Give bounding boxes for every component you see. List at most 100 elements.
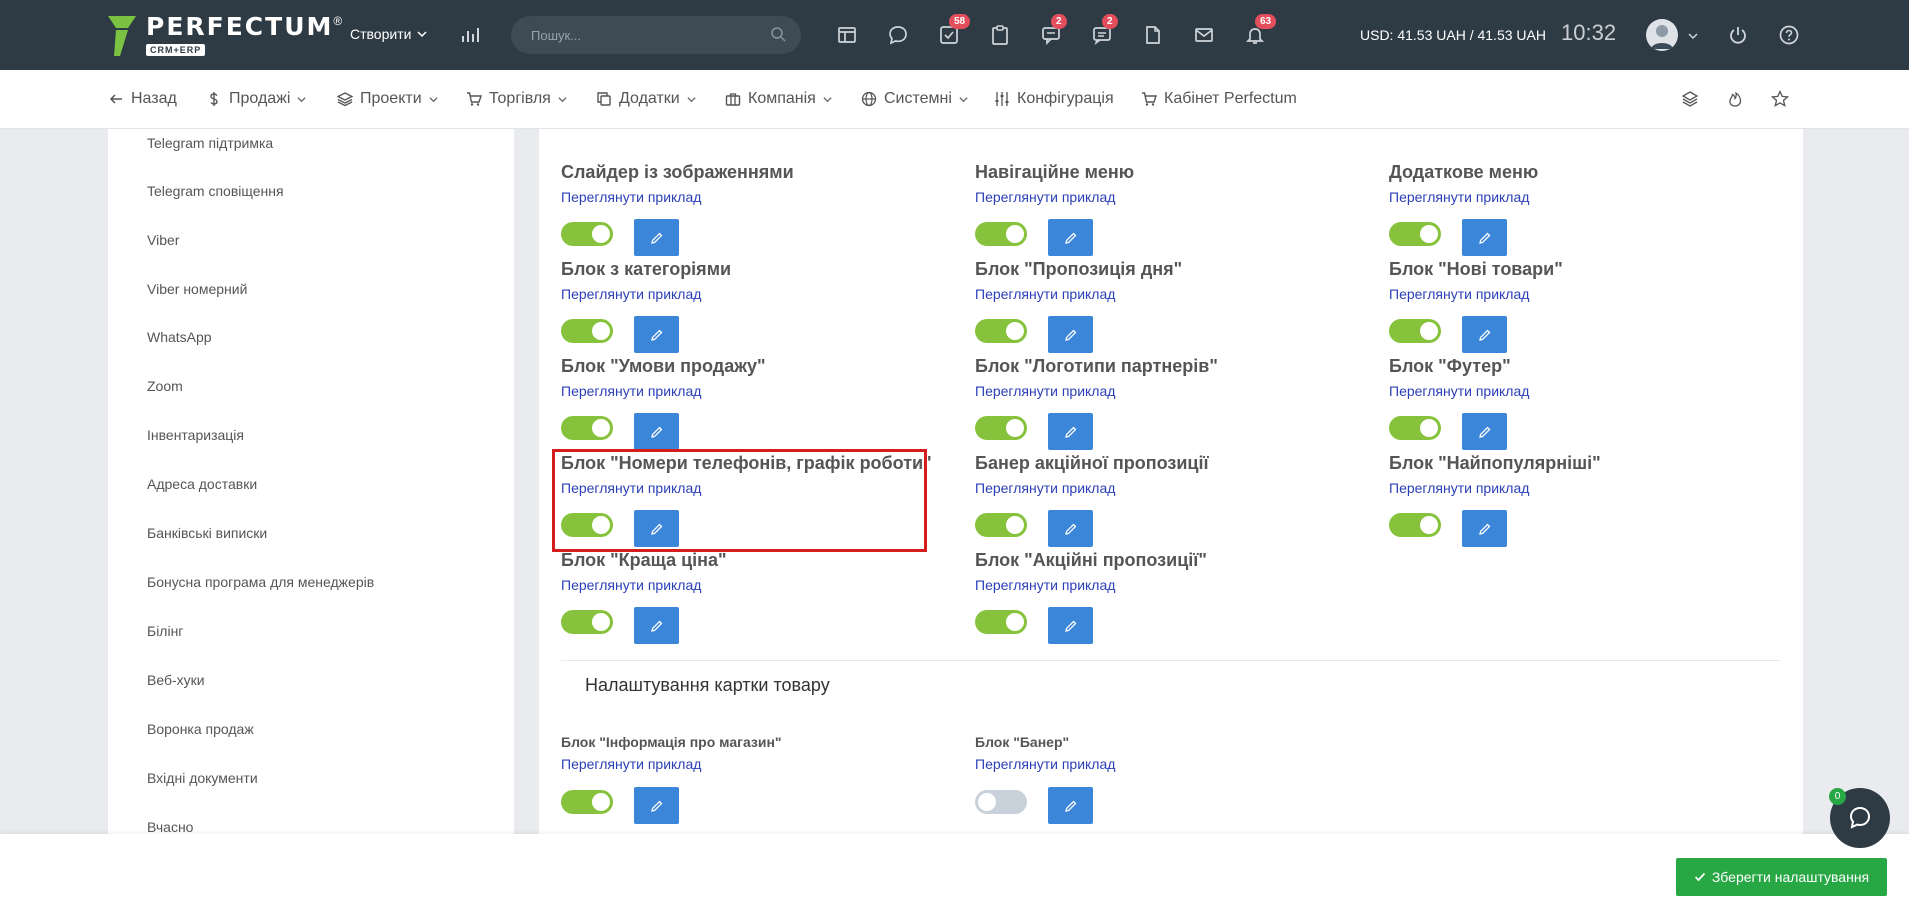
edit-button[interactable] <box>1048 510 1093 547</box>
block-toggle[interactable] <box>561 416 613 440</box>
messages-icon[interactable]: 2 <box>1089 14 1118 48</box>
view-example-link[interactable]: Переглянути приклад <box>975 577 1115 593</box>
sidebar-item-viber[interactable]: Viber <box>147 232 179 248</box>
nav-system[interactable]: Системні <box>861 90 968 108</box>
save-settings-button[interactable]: Зберегти налаштування <box>1676 858 1887 896</box>
block-toggle[interactable] <box>561 610 613 634</box>
view-example-link[interactable]: Переглянути приклад <box>1389 383 1529 399</box>
nav-sales[interactable]: Продажі <box>206 90 307 108</box>
fire-icon[interactable] <box>1726 90 1744 108</box>
block-toggle[interactable] <box>975 222 1027 246</box>
block-toggle[interactable] <box>1389 416 1441 440</box>
star-icon[interactable] <box>1771 90 1789 108</box>
chevron-down-icon <box>558 96 567 102</box>
sidebar-item-zoom[interactable]: Zoom <box>147 378 183 394</box>
sidebar-item-vchasno[interactable]: Вчасно <box>147 819 193 835</box>
bell-icon[interactable]: 63 <box>1242 14 1277 48</box>
power-icon[interactable] <box>1725 22 1751 48</box>
edit-button[interactable] <box>634 413 679 450</box>
nav-back[interactable]: Назад <box>108 90 177 108</box>
edit-button[interactable] <box>1462 316 1507 353</box>
mail-icon[interactable] <box>1191 22 1217 48</box>
search-icon[interactable] <box>770 26 786 42</box>
edit-button[interactable] <box>634 316 679 353</box>
sidebar-item-billing[interactable]: Білінг <box>147 623 183 639</box>
view-example-link[interactable]: Переглянути приклад <box>1389 189 1529 205</box>
sidebar-item-inventory[interactable]: Інвентаризація <box>147 427 244 443</box>
calendar-icon[interactable] <box>834 22 860 48</box>
edit-button[interactable] <box>1048 219 1093 256</box>
block-toggle[interactable] <box>1389 319 1441 343</box>
edit-button[interactable] <box>1462 413 1507 450</box>
edit-button[interactable] <box>634 219 679 256</box>
edit-button[interactable] <box>1462 510 1507 547</box>
help-icon[interactable] <box>1776 22 1802 48</box>
sidebar-item-incoming-docs[interactable]: Вхідні документи <box>147 770 258 786</box>
block-toggle[interactable] <box>975 416 1027 440</box>
stats-chart-icon[interactable] <box>457 22 483 48</box>
dollar-icon <box>210 92 218 106</box>
view-example-link[interactable]: Переглянути приклад <box>975 480 1115 496</box>
sidebar-item-bonus-program[interactable]: Бонусна програма для менеджерів <box>147 574 374 590</box>
create-menu-button[interactable]: Створити <box>350 26 427 42</box>
sidebar-item-telegram-notifications[interactable]: Telegram сповіщення <box>147 183 284 199</box>
tasks-icon[interactable]: 58 <box>936 14 971 48</box>
edit-button[interactable] <box>634 607 679 644</box>
chat-bubble-icon[interactable] <box>885 22 911 48</box>
block-toggle[interactable] <box>975 790 1027 814</box>
clipboard-icon[interactable] <box>987 22 1013 48</box>
view-example-link[interactable]: Переглянути приклад <box>1389 286 1529 302</box>
nav-addons[interactable]: Додатки <box>596 90 696 108</box>
view-example-link[interactable]: Переглянути приклад <box>561 189 701 205</box>
nav-cabinet[interactable]: Кабінет Perfectum <box>1141 90 1297 108</box>
view-example-link[interactable]: Переглянути приклад <box>975 756 1115 772</box>
search-input[interactable] <box>511 16 801 54</box>
chevron-down-icon[interactable] <box>1688 31 1698 41</box>
sidebar-item-viber-number[interactable]: Viber номерний <box>147 281 247 297</box>
edit-button[interactable] <box>1048 413 1093 450</box>
chat-badge: 2 <box>1051 14 1067 29</box>
edit-button[interactable] <box>1048 607 1093 644</box>
pencil-icon <box>1064 620 1076 632</box>
comments-icon[interactable]: 2 <box>1038 14 1067 48</box>
block-toggle[interactable] <box>561 222 613 246</box>
block-toggle[interactable] <box>1389 513 1441 537</box>
block-toggle[interactable] <box>1389 222 1441 246</box>
pencil-icon <box>1064 426 1076 438</box>
sidebar-item-webhooks[interactable]: Веб-хуки <box>147 672 205 688</box>
block-toggle[interactable] <box>561 790 613 814</box>
sidebar-item-bank-statements[interactable]: Банківські виписки <box>147 525 267 541</box>
view-example-link[interactable]: Переглянути приклад <box>561 756 701 772</box>
block-toggle[interactable] <box>975 319 1027 343</box>
sidebar-item-telegram-support[interactable]: Telegram підтримка <box>147 135 273 151</box>
logo[interactable]: PERFECTUM® CRM+ERP <box>108 14 342 58</box>
edit-button[interactable] <box>1048 787 1093 824</box>
avatar[interactable] <box>1646 19 1678 51</box>
view-example-link[interactable]: Переглянути приклад <box>975 189 1115 205</box>
block-toggle[interactable] <box>561 319 613 343</box>
nav-projects[interactable]: Проекти <box>337 90 438 108</box>
chat-unread-badge: 0 <box>1829 788 1846 805</box>
view-example-link[interactable]: Переглянути приклад <box>975 286 1115 302</box>
layers-icon[interactable] <box>1681 90 1699 108</box>
view-example-link[interactable]: Переглянути приклад <box>561 577 701 593</box>
sidebar-item-sales-funnel[interactable]: Воронка продаж <box>147 721 254 737</box>
edit-button[interactable] <box>1462 219 1507 256</box>
view-example-link[interactable]: Переглянути приклад <box>975 383 1115 399</box>
sidebar-item-whatsapp[interactable]: WhatsApp <box>147 329 212 345</box>
nav-company[interactable]: Компанія <box>725 90 832 108</box>
nav-config[interactable]: Конфігурація <box>994 90 1114 108</box>
edit-button[interactable] <box>1048 316 1093 353</box>
sidebar-item-delivery-address[interactable]: Адреса доставки <box>147 476 257 492</box>
view-example-link[interactable]: Переглянути приклад <box>1389 480 1529 496</box>
tasks-badge: 58 <box>949 14 971 29</box>
nav-trade[interactable]: Торгівля <box>466 90 567 108</box>
view-example-link[interactable]: Переглянути приклад <box>561 383 701 399</box>
block-toggle[interactable] <box>975 513 1027 537</box>
layers-icon <box>337 92 353 107</box>
block-toggle[interactable] <box>975 610 1027 634</box>
edit-button[interactable] <box>634 787 679 824</box>
block-title: Блок "Банер" <box>975 734 1070 750</box>
view-example-link[interactable]: Переглянути приклад <box>561 286 701 302</box>
document-icon[interactable] <box>1140 22 1166 48</box>
